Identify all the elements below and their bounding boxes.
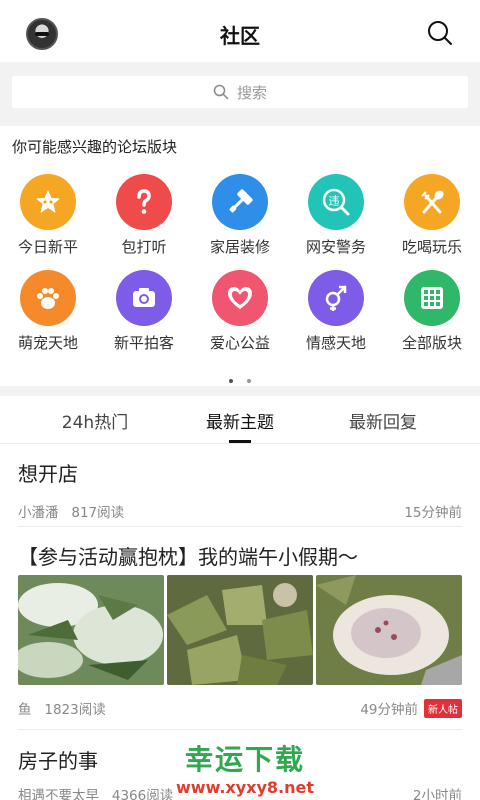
forum-item-wanganjingwu[interactable]: 违 网安警务 bbox=[288, 174, 384, 257]
new-user-badge: 新人帖 bbox=[424, 699, 462, 718]
forum-label: 萌宠天地 bbox=[17, 334, 78, 352]
forum-item-baodating[interactable]: 包打听 bbox=[96, 174, 192, 257]
post-author: 相遇不要太早 bbox=[18, 788, 99, 800]
forum-label: 家居装修 bbox=[209, 238, 270, 256]
svg-text:违: 违 bbox=[329, 195, 340, 208]
police-icon: 违 bbox=[308, 174, 364, 230]
post-author-reads: 小潘潘 817阅读 bbox=[18, 501, 124, 521]
post-reads: 1823阅读 bbox=[44, 702, 106, 718]
forum-item-aixingongyi[interactable]: 爱心公益 bbox=[192, 270, 288, 353]
tab-latest-topics[interactable]: 最新主题 bbox=[180, 408, 300, 433]
search-icon bbox=[213, 84, 229, 100]
grid-icon bbox=[404, 270, 460, 326]
post-author-reads: 相遇不要太早 4366阅读 bbox=[18, 784, 173, 800]
post-image[interactable] bbox=[167, 575, 313, 685]
divider bbox=[18, 526, 462, 527]
page-indicator bbox=[0, 368, 480, 387]
star-face-icon bbox=[20, 174, 76, 230]
forum-item-chihewanle[interactable]: 吃喝玩乐 bbox=[384, 174, 480, 257]
post-meta: 鱼 1823阅读 49分钟前 新人帖 bbox=[18, 698, 462, 718]
tab-bar: 24h热门 最新主题 最新回复 bbox=[0, 396, 480, 444]
post-author: 小潘潘 bbox=[18, 505, 59, 521]
post-time: 49分钟前 bbox=[360, 702, 418, 718]
post-title: 【参与活动赢抱枕】我的端午小假期～ bbox=[18, 545, 358, 569]
heart-icon bbox=[212, 270, 268, 326]
post-image[interactable] bbox=[18, 575, 164, 685]
section-title: 你可能感兴趣的论坛版块 bbox=[12, 138, 178, 156]
top-bar: 社区 bbox=[0, 0, 480, 62]
post-meta-row: 鱼 1823阅读 49分钟前 新人帖 bbox=[18, 698, 462, 718]
watermark-title: 幸运下载 bbox=[184, 743, 305, 776]
forum-label: 网安警务 bbox=[305, 238, 366, 256]
post-time: 15分钟前 bbox=[404, 505, 462, 521]
forum-item-qingganviandi[interactable]: 情感天地 bbox=[288, 270, 384, 353]
page-dot[interactable] bbox=[247, 379, 251, 383]
paint-roller-icon bbox=[212, 174, 268, 230]
forum-item-jinrixinping[interactable]: 今日新平 bbox=[0, 174, 96, 257]
tab-24h-hot[interactable]: 24h热门 bbox=[35, 408, 155, 433]
watermark: 幸运下载 www.xyxy8.net bbox=[160, 738, 330, 797]
forum-label: 吃喝玩乐 bbox=[401, 238, 462, 256]
forum-item-xinpingpaike[interactable]: 新平拍客 bbox=[96, 270, 192, 353]
paw-icon bbox=[20, 270, 76, 326]
post-meta: 小潘潘 817阅读 15分钟前 bbox=[18, 501, 462, 521]
forum-label: 今日新平 bbox=[17, 238, 78, 256]
post-time-group: 49分钟前 新人帖 bbox=[360, 698, 462, 718]
tab-indicator bbox=[229, 440, 251, 443]
search-icon[interactable] bbox=[426, 19, 454, 47]
post-author: 鱼 bbox=[18, 702, 32, 718]
post-time: 2小时前 bbox=[412, 788, 462, 800]
question-icon bbox=[116, 174, 172, 230]
post-title: 想开店 bbox=[18, 462, 78, 486]
divider bbox=[18, 729, 462, 730]
forum-item-quanbubankuai[interactable]: 全部版块 bbox=[384, 270, 480, 353]
post-item[interactable]: 【参与活动赢抱枕】我的端午小假期～ bbox=[18, 541, 462, 570]
post-reads: 817阅读 bbox=[71, 505, 125, 521]
post-images[interactable] bbox=[18, 575, 462, 685]
section-divider bbox=[0, 386, 480, 396]
page-dot[interactable] bbox=[229, 379, 233, 383]
search-input[interactable]: 搜索 bbox=[12, 76, 468, 108]
forum-label: 爱心公益 bbox=[209, 334, 270, 352]
tab-latest-replies[interactable]: 最新回复 bbox=[323, 408, 443, 433]
forum-label: 情感天地 bbox=[305, 334, 366, 352]
post-author-reads: 鱼 1823阅读 bbox=[18, 698, 106, 718]
fork-spoon-icon bbox=[404, 174, 460, 230]
search-area: 搜索 bbox=[0, 62, 480, 126]
forum-item-jiajuzhuangxiu[interactable]: 家居装修 bbox=[192, 174, 288, 257]
forum-item-mengchongtiandi[interactable]: 萌宠天地 bbox=[0, 270, 96, 353]
forum-label: 新平拍客 bbox=[113, 334, 174, 352]
forum-label: 全部版块 bbox=[401, 334, 462, 352]
gender-icon bbox=[308, 270, 364, 326]
post-image[interactable] bbox=[316, 575, 462, 685]
post-item[interactable]: 想开店 小潘潘 817阅读 15分钟前 bbox=[18, 458, 462, 521]
search-placeholder: 搜索 bbox=[236, 83, 267, 102]
forum-label: 包打听 bbox=[121, 238, 167, 256]
camera-icon bbox=[116, 270, 172, 326]
watermark-url: www.xyxy8.net bbox=[176, 778, 314, 797]
page-title: 社区 bbox=[220, 24, 260, 48]
